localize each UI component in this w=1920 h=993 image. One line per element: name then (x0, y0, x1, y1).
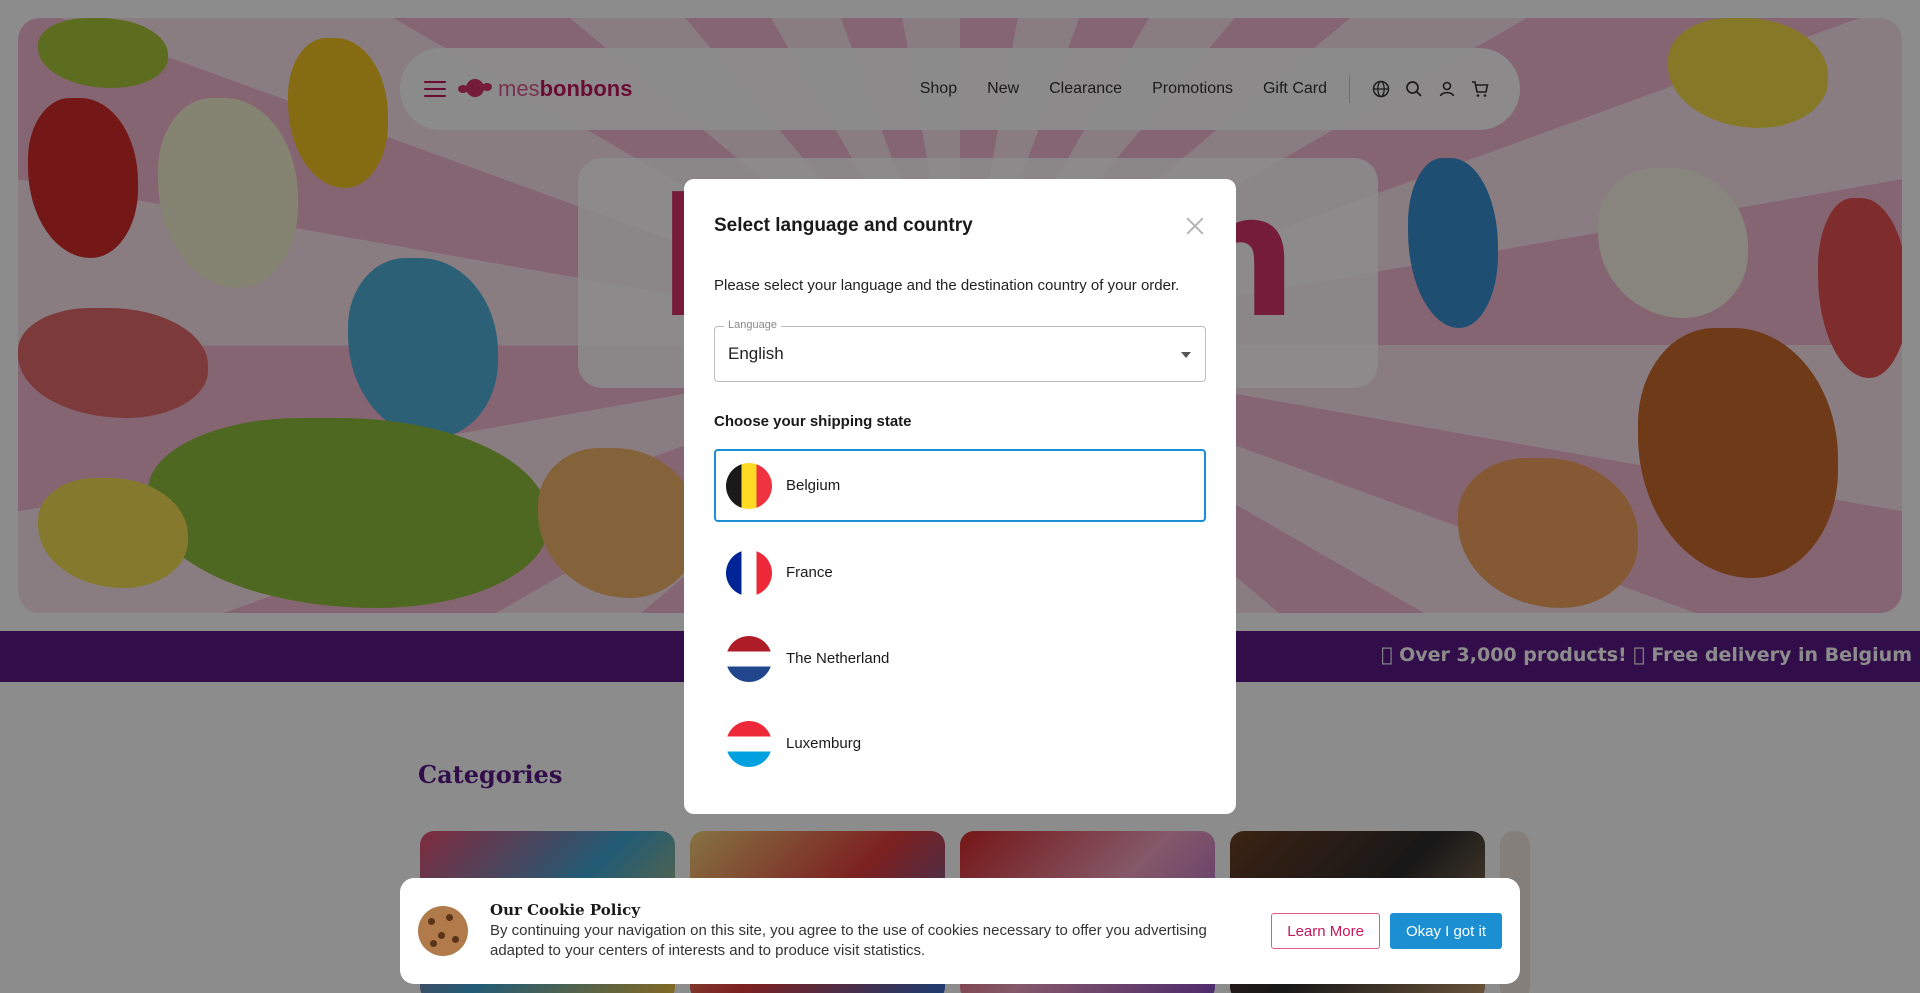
modal-title: Select language and country (714, 215, 973, 236)
accept-cookies-button[interactable]: Okay I got it (1389, 913, 1502, 949)
language-select[interactable]: Language English (714, 319, 1206, 382)
cookie-banner: Our Cookie Policy By continuing your nav… (400, 878, 1520, 984)
belgium-flag-icon (726, 462, 772, 509)
netherlands-flag-icon (726, 635, 772, 682)
language-value: English (728, 344, 784, 363)
shipping-title: Choose your shipping state (714, 413, 912, 430)
cookie-text: Our Cookie Policy By continuing your nav… (490, 901, 1260, 961)
country-label: Belgium (786, 477, 841, 494)
chevron-down-icon (1181, 352, 1191, 358)
cookie-body: By continuing your navigation on this si… (490, 922, 1207, 959)
country-label: Luxemburg (786, 735, 862, 752)
close-icon[interactable] (1186, 217, 1204, 235)
cookie-icon (418, 906, 468, 956)
country-option-luxemburg[interactable]: Luxemburg (714, 707, 1206, 780)
learn-more-button[interactable]: Learn More (1271, 913, 1380, 949)
country-option-france[interactable]: France (714, 536, 1206, 609)
cookie-title: Our Cookie Policy (490, 901, 641, 919)
language-label: Language (724, 319, 781, 331)
modal-description: Please select your language and the dest… (714, 277, 1180, 294)
country-label: The Netherland (786, 650, 890, 667)
luxemburg-flag-icon (726, 720, 772, 767)
language-country-modal: Select language and country Please selec… (684, 179, 1236, 814)
country-option-netherlands[interactable]: The Netherland (714, 622, 1206, 695)
country-label: France (786, 564, 833, 581)
france-flag-icon (726, 549, 772, 596)
country-option-belgium[interactable]: Belgium (714, 449, 1206, 522)
